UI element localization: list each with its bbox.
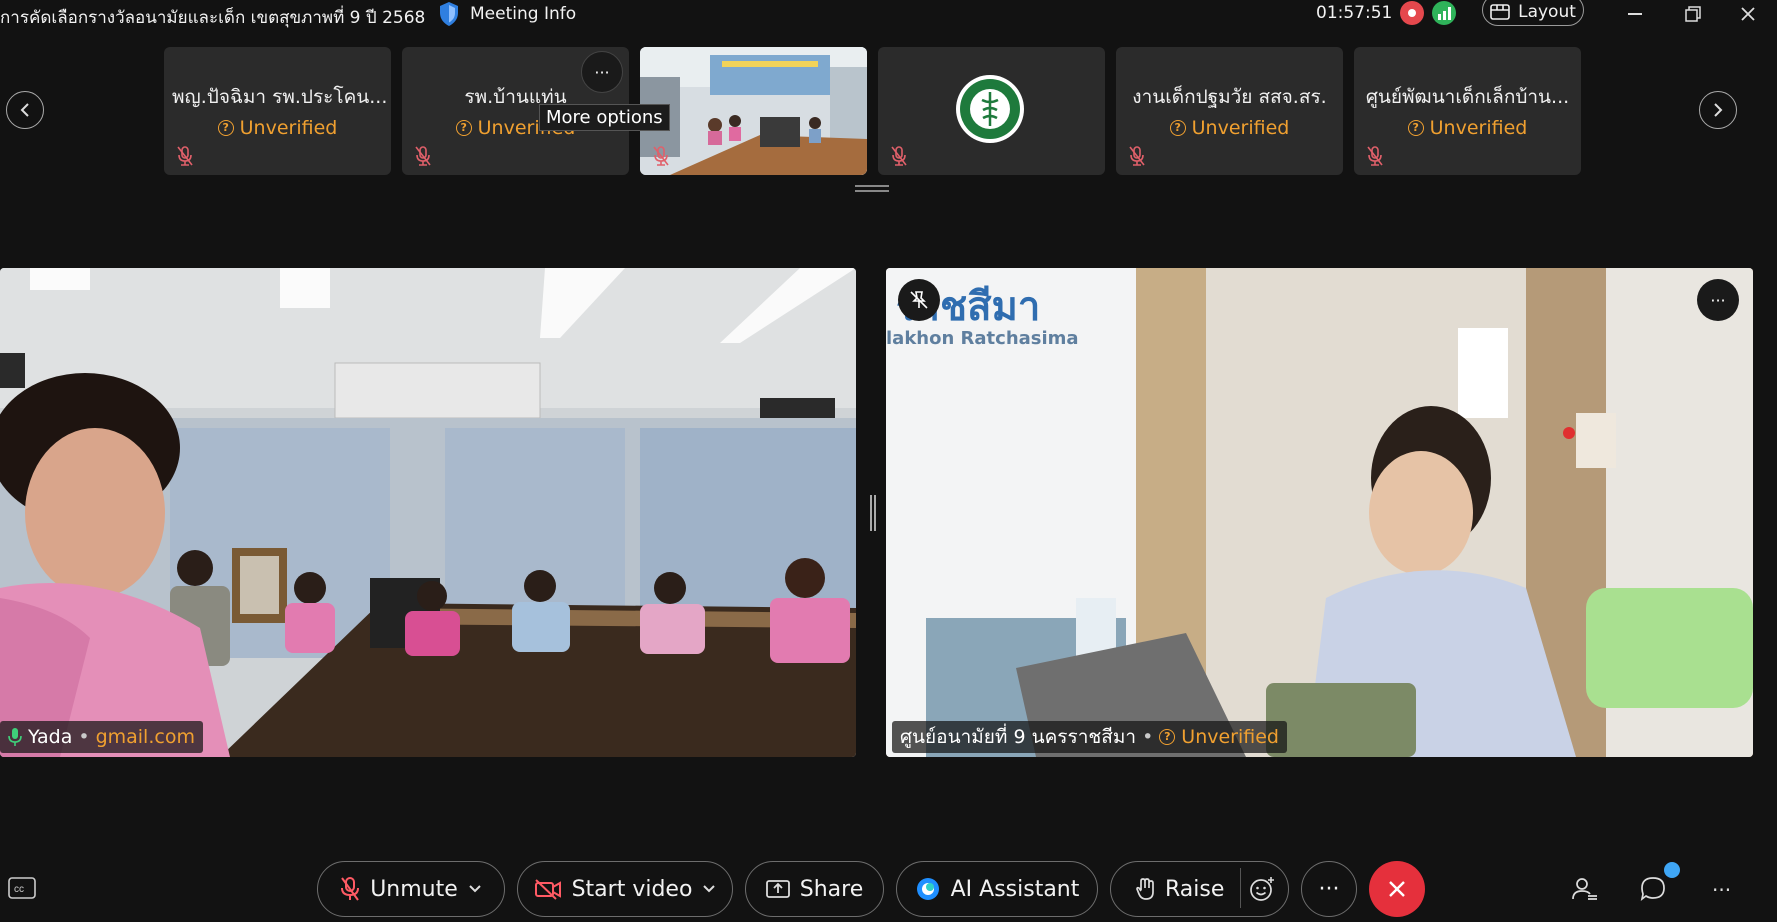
- network-signal-icon[interactable]: [1432, 1, 1456, 25]
- unverified-status: ? Unverified: [164, 117, 391, 139]
- meeting-info-button[interactable]: Meeting Info: [438, 1, 576, 27]
- layout-button[interactable]: Layout: [1482, 0, 1584, 26]
- recording-icon[interactable]: [1400, 1, 1424, 25]
- svg-text:cc: cc: [14, 884, 24, 895]
- participant-name-tag: Yada • gmail.com: [0, 721, 203, 753]
- close-window-icon[interactable]: [1731, 0, 1765, 28]
- end-call-button[interactable]: [1369, 861, 1425, 917]
- participant-email: gmail.com: [95, 726, 195, 748]
- status-label: Unverified: [1191, 117, 1290, 139]
- unverified-status: ? Unverified: [1354, 117, 1581, 139]
- participant-name: Yada: [28, 726, 73, 748]
- chat-button[interactable]: [1639, 875, 1667, 903]
- more-options-button[interactable]: ···: [1301, 861, 1357, 917]
- mic-muted-icon: [1128, 145, 1146, 167]
- participant-tile[interactable]: ศูนย์พัฒนาเด็กเล็กบ้าน... ? Unverified: [1354, 47, 1581, 175]
- participant-name: พญ.ปัจฉิมา รพ.ประโคน...: [172, 86, 388, 108]
- unverified-status: ? Unverified: [1116, 117, 1343, 139]
- participant-name-tag: ศูนย์อนามัยที่ 9 นครราชสีมา • ? Unverifi…: [892, 721, 1287, 753]
- separator-dot: •: [78, 726, 90, 748]
- participants-icon: [1572, 878, 1597, 900]
- more-options-button[interactable]: ···: [581, 51, 623, 93]
- wall-sign-subtext: lakhon Ratchasima: [886, 328, 1079, 349]
- status-label: Unverified: [239, 117, 338, 139]
- participant-video-thumbnail[interactable]: [640, 47, 867, 175]
- mic-muted-icon: [890, 145, 908, 167]
- mic-muted-icon: [414, 145, 432, 167]
- start-video-button[interactable]: Start video: [517, 861, 733, 917]
- video-splitter-handle[interactable]: [870, 495, 876, 531]
- mic-active-icon: [8, 727, 22, 747]
- unmute-label: Unmute: [370, 876, 458, 902]
- title-bar: การคัดเลือกรางวัลอนามัยและเด็ก เขตสุขภาพ…: [0, 0, 1777, 30]
- more-options-tooltip: More options: [539, 104, 670, 131]
- mic-muted-icon: [176, 145, 194, 167]
- participant-tile[interactable]: พญ.ปัจฉิมา รพ.ประโคน... ? Unverified: [164, 47, 391, 175]
- ai-assistant-button[interactable]: AI Assistant: [896, 861, 1098, 917]
- chevron-right-icon: [1714, 103, 1723, 117]
- ai-assistant-label: AI Assistant: [950, 876, 1080, 902]
- participant-name: ศูนย์อนามัยที่ 9 นครราชสีมา: [900, 726, 1137, 748]
- participant-name: งานเด็กปฐมวัย สสจ.สร.: [1132, 86, 1327, 108]
- more-horizontal-icon: ···: [1318, 876, 1340, 902]
- meeting-room-video: [0, 268, 856, 757]
- chevron-down-icon[interactable]: [468, 884, 482, 894]
- divider: [1240, 868, 1241, 908]
- unmute-button[interactable]: Unmute: [317, 861, 505, 917]
- participant-name: ศูนย์พัฒนาเด็กเล็กบ้าน...: [1365, 86, 1570, 108]
- chevron-left-icon: [20, 103, 29, 117]
- chevron-down-icon[interactable]: [702, 884, 716, 894]
- raise-hand-button[interactable]: Raise: [1110, 861, 1289, 917]
- unpin-icon: [910, 291, 928, 309]
- video-tile-left[interactable]: Yada • gmail.com: [0, 268, 856, 757]
- mic-muted-icon: [652, 145, 670, 167]
- restore-icon[interactable]: [1676, 0, 1710, 28]
- layout-icon: [1490, 4, 1510, 20]
- closed-captions-icon: cc: [8, 877, 36, 899]
- participants-button[interactable]: [1571, 875, 1599, 903]
- unverified-status: Unverified: [1181, 726, 1279, 748]
- status-label: Unverified: [1429, 117, 1528, 139]
- share-button[interactable]: Share: [745, 861, 884, 917]
- meeting-info-label: Meeting Info: [470, 4, 577, 24]
- video-tile-right[interactable]: ราชสีมา lakhon Ratchasima ··· ศูนย์อนามั…: [886, 268, 1753, 757]
- filmstrip-resize-handle[interactable]: [855, 185, 889, 193]
- participant-tile[interactable]: [878, 47, 1105, 175]
- ai-assistant-icon: [915, 876, 941, 902]
- question-icon: ?: [1159, 729, 1176, 745]
- chat-icon: [1640, 877, 1665, 902]
- more-menu-icon[interactable]: ···: [1712, 878, 1731, 902]
- meeting-title: การคัดเลือกรางวัลอนามัยและเด็ก เขตสุขภาพ…: [0, 8, 426, 28]
- question-icon: ?: [217, 120, 234, 136]
- room-video-image: [640, 47, 867, 175]
- video-off-icon: [534, 878, 562, 900]
- question-icon: ?: [1407, 120, 1424, 136]
- start-video-label: Start video: [571, 876, 693, 902]
- mic-muted-icon: [1366, 145, 1384, 167]
- unpin-button[interactable]: [898, 279, 940, 321]
- layout-label: Layout: [1518, 2, 1576, 22]
- participant-tile[interactable]: งานเด็กปฐมวัย สสจ.สร. ? Unverified: [1116, 47, 1343, 175]
- meeting-clock: 01:57:51: [1316, 3, 1393, 23]
- mic-muted-icon: [340, 876, 360, 902]
- share-label: Share: [799, 876, 864, 902]
- hand-icon: [1135, 877, 1155, 901]
- separator-dot: •: [1142, 726, 1154, 748]
- question-icon: ?: [1169, 120, 1186, 136]
- filmstrip-next-button[interactable]: [1699, 91, 1737, 129]
- raise-label: Raise: [1165, 876, 1225, 902]
- close-icon: [1389, 881, 1405, 897]
- filmstrip-prev-button[interactable]: [6, 91, 44, 129]
- more-options-button[interactable]: ···: [1697, 279, 1739, 321]
- captions-button[interactable]: cc: [8, 877, 36, 899]
- reactions-icon[interactable]: [1249, 875, 1277, 903]
- chat-notification-badge: [1664, 862, 1680, 878]
- share-screen-icon: [765, 879, 790, 899]
- ministry-logo-avatar: [955, 74, 1025, 144]
- shield-icon: [438, 1, 460, 27]
- minimize-icon[interactable]: [1618, 0, 1652, 28]
- question-icon: ?: [455, 120, 472, 136]
